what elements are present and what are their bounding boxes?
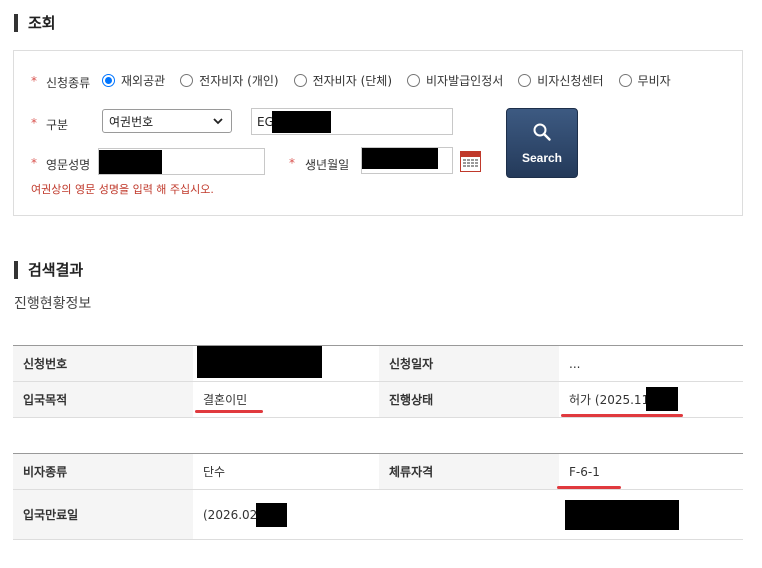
inquiry-section-title: 조회	[14, 12, 56, 33]
title-bar	[14, 13, 18, 32]
redaction-block	[99, 150, 162, 174]
table-cell	[379, 490, 559, 539]
application-type-radios: 재외공관 전자비자 (개인) 전자비자 (단체) 비자발급인정서 비자신청센터 …	[102, 72, 686, 89]
table-row: 비자종류 단수 체류자격 F-6-1	[13, 454, 743, 490]
table-cell: 단수	[193, 454, 379, 489]
english-name-helper-text: 여권상의 영문 성명을 입력 해 주십시오.	[31, 183, 214, 196]
radio-visa-free[interactable]: 무비자	[618, 72, 671, 89]
radio-circle[interactable]	[180, 74, 194, 87]
table-header-cell: 체류자격	[379, 454, 559, 489]
radio-visa-center[interactable]: 비자신청센터	[518, 72, 604, 89]
radio-circle[interactable]	[293, 74, 307, 87]
radio-circle[interactable]	[518, 74, 532, 87]
radio-visa-certificate[interactable]: 비자발급인정서	[407, 72, 503, 89]
radio-circle[interactable]	[407, 74, 421, 87]
progress-table: 신청번호 신청일자 ... 입국목적 결혼이민 진행상태 허가 (2025.11	[13, 345, 743, 418]
results-section-title: 검색결과	[14, 259, 83, 280]
highlight-underline	[195, 410, 263, 413]
table-row: 입국목적 결혼이민 진행상태 허가 (2025.11	[13, 382, 743, 418]
category-select[interactable]: 여권번호	[102, 109, 232, 133]
table-cell: ...	[559, 346, 743, 381]
redaction-block	[565, 500, 679, 530]
highlight-underline	[557, 486, 621, 489]
redaction-block	[197, 346, 322, 378]
search-button[interactable]: Search	[506, 108, 578, 178]
type-label: 신청종류	[46, 76, 91, 90]
radio-circle[interactable]	[618, 74, 632, 87]
required-mark: *	[289, 156, 295, 170]
radio-evisa-group[interactable]: 전자비자 (단체)	[293, 72, 392, 89]
table-header-cell: 입국만료일	[13, 490, 193, 539]
redaction-block	[256, 503, 287, 527]
chevron-down-icon	[212, 113, 224, 132]
title-bar	[14, 260, 18, 279]
table-header-cell: 신청번호	[13, 346, 193, 381]
required-mark: *	[31, 156, 37, 170]
category-select-value: 여권번호	[109, 114, 154, 129]
table-header-cell: 진행상태	[379, 382, 559, 417]
radio-evisa-individual[interactable]: 전자비자 (개인)	[180, 72, 279, 89]
highlight-underline	[561, 414, 683, 417]
table-cell: F-6-1	[559, 454, 743, 489]
radio-overseas-mission[interactable]: 재외공관	[102, 72, 165, 89]
required-mark: *	[31, 74, 37, 88]
search-icon	[532, 122, 552, 145]
required-mark: *	[31, 116, 37, 130]
table-header-cell: 신청일자	[379, 346, 559, 381]
redaction-block	[272, 111, 331, 133]
table-row: 신청번호 신청일자 ...	[13, 346, 743, 382]
inquiry-title: 조회	[28, 14, 56, 32]
results-title: 검색결과	[28, 261, 84, 279]
category-label: 구분	[46, 118, 69, 132]
english-name-label: 영문성명	[46, 158, 91, 172]
search-button-label: Search	[521, 150, 563, 165]
redaction-block	[646, 387, 678, 411]
table-header-cell: 입국목적	[13, 382, 193, 417]
progress-info-subtitle: 진행현황정보	[14, 296, 92, 312]
radio-circle[interactable]	[102, 74, 115, 87]
redaction-block	[362, 148, 438, 169]
table-header-cell: 비자종류	[13, 454, 193, 489]
birthdate-label: 생년월일	[305, 158, 350, 172]
calendar-icon[interactable]	[460, 151, 481, 172]
